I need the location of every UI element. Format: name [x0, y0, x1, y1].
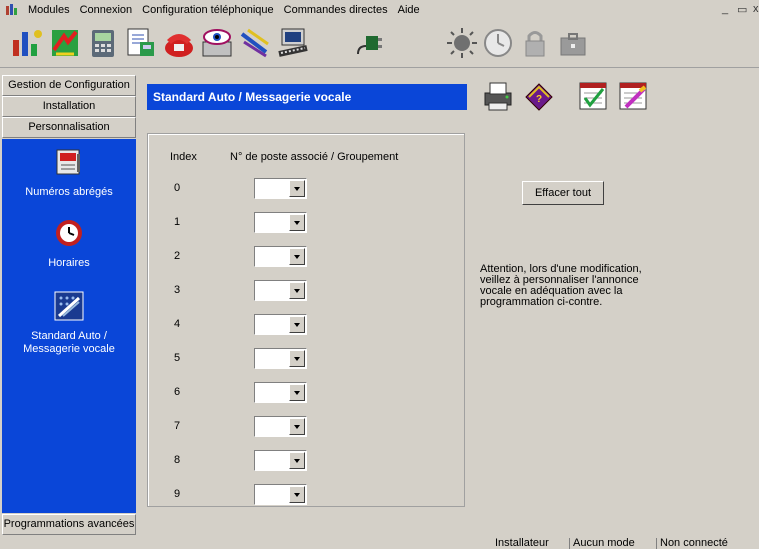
sidebar-item-label: Standard Auto / Messagerie vocale	[23, 330, 115, 355]
sidebar-panel: Numéros abrégés Horaires Standard Auto /…	[2, 139, 136, 513]
row-index-1: 1	[174, 216, 181, 228]
poste-select-9[interactable]	[254, 484, 307, 505]
row-index-2: 2	[174, 250, 181, 262]
sidebar-header-personnalisation[interactable]: Personnalisation	[2, 117, 136, 138]
computer-keyboard-icon[interactable]	[276, 26, 310, 60]
toolbar	[0, 20, 759, 68]
padlock-icon	[525, 31, 545, 57]
row-index-3: 3	[174, 284, 181, 296]
page-title: Standard Auto / Messagerie vocale	[147, 84, 467, 110]
row-index-4: 4	[174, 318, 181, 330]
column-header-poste: N° de poste associé / Groupement	[230, 151, 399, 163]
chevron-down-icon[interactable]	[289, 180, 305, 197]
poste-select-7[interactable]	[254, 416, 307, 437]
row-index-6: 6	[174, 386, 181, 398]
sidebar-item-standard-auto[interactable]: Standard Auto / Messagerie vocale	[2, 290, 136, 356]
pen-pencil-icon[interactable]	[238, 26, 272, 60]
poste-select-1[interactable]	[254, 212, 307, 233]
edit-list-icon[interactable]	[616, 79, 650, 113]
chevron-down-icon[interactable]	[289, 452, 305, 469]
chevron-down-icon[interactable]	[289, 282, 305, 299]
checklist-icon[interactable]	[576, 79, 610, 113]
menu-aide[interactable]: Aide	[393, 4, 425, 16]
menu-commandes-directes[interactable]: Commandes directes	[279, 4, 393, 16]
chevron-down-icon[interactable]	[289, 384, 305, 401]
phone-book-icon	[56, 149, 80, 175]
poste-select-5[interactable]	[254, 348, 307, 369]
plug-icon[interactable]	[352, 26, 386, 60]
chevron-down-icon[interactable]	[289, 350, 305, 367]
clear-all-button[interactable]: Effacer tout	[522, 181, 604, 205]
poste-select-8[interactable]	[254, 450, 307, 471]
close-icon[interactable]: x	[753, 3, 759, 15]
phone-red-icon[interactable]	[162, 26, 196, 60]
poste-select-6[interactable]	[254, 382, 307, 403]
document-phone-icon[interactable]	[124, 26, 158, 60]
poste-select-0[interactable]	[254, 178, 307, 199]
restore-icon[interactable]: ▭	[737, 3, 747, 16]
sidebar: Gestion de Configuration Installation Pe…	[0, 72, 137, 538]
clock-icon	[484, 29, 512, 57]
row-index-8: 8	[174, 454, 181, 466]
app-icon	[5, 4, 19, 16]
sidebar-item-label: Horaires	[48, 257, 90, 269]
sidebar-header-gestion-configuration[interactable]: Gestion de Configuration	[2, 75, 136, 96]
phone-icon[interactable]	[86, 26, 120, 60]
sidebar-header-installation[interactable]: Installation	[2, 96, 136, 117]
sidebar-header-programmations-avancees[interactable]: Programmations avancées	[2, 514, 136, 535]
sidebar-item-label: Numéros abrégés	[25, 186, 113, 198]
poste-select-2[interactable]	[254, 246, 307, 267]
poste-select-4[interactable]	[254, 314, 307, 335]
chevron-down-icon[interactable]	[289, 248, 305, 265]
menu-connexion[interactable]: Connexion	[75, 4, 138, 16]
sidebar-item-horaires[interactable]: Horaires	[2, 217, 136, 270]
clock-icon	[56, 220, 82, 246]
status-connection: Non connecté	[656, 538, 756, 549]
minimize-icon[interactable]: _	[722, 3, 728, 15]
menu-bar: Modules Connexion Configuration téléphon…	[0, 0, 759, 20]
menu-modules[interactable]: Modules	[23, 4, 75, 16]
sun-icon	[447, 28, 477, 58]
row-index-5: 5	[174, 352, 181, 364]
chevron-down-icon[interactable]	[289, 214, 305, 231]
chevron-down-icon[interactable]	[289, 418, 305, 435]
warning-text: Attention, lors d'une modification, veil…	[480, 263, 642, 308]
status-mode: Aucun mode	[569, 538, 655, 549]
chevron-down-icon[interactable]	[289, 316, 305, 333]
sidebar-item-numeros-abreges[interactable]: Numéros abrégés	[2, 146, 136, 199]
modules-icon[interactable]	[10, 26, 44, 60]
column-header-index: Index	[170, 151, 197, 163]
menu-configuration-telephonique[interactable]: Configuration téléphonique	[137, 4, 279, 16]
voicemail-icon	[54, 291, 84, 321]
row-index-7: 7	[174, 420, 181, 432]
exchange-icon[interactable]	[48, 26, 82, 60]
briefcase-icon	[560, 33, 586, 56]
poste-select-3[interactable]	[254, 280, 307, 301]
help-book-icon[interactable]: ?	[522, 79, 556, 113]
row-index-9: 9	[174, 488, 181, 500]
print-icon[interactable]	[481, 79, 515, 113]
monitor-eye-icon[interactable]	[200, 26, 234, 60]
status-bar: Installateur Aucun mode Non connecté	[0, 538, 759, 549]
row-index-0: 0	[174, 182, 181, 194]
chevron-down-icon[interactable]	[289, 486, 305, 503]
svg-text:?: ?	[536, 94, 542, 105]
status-user: Installateur	[495, 537, 549, 549]
